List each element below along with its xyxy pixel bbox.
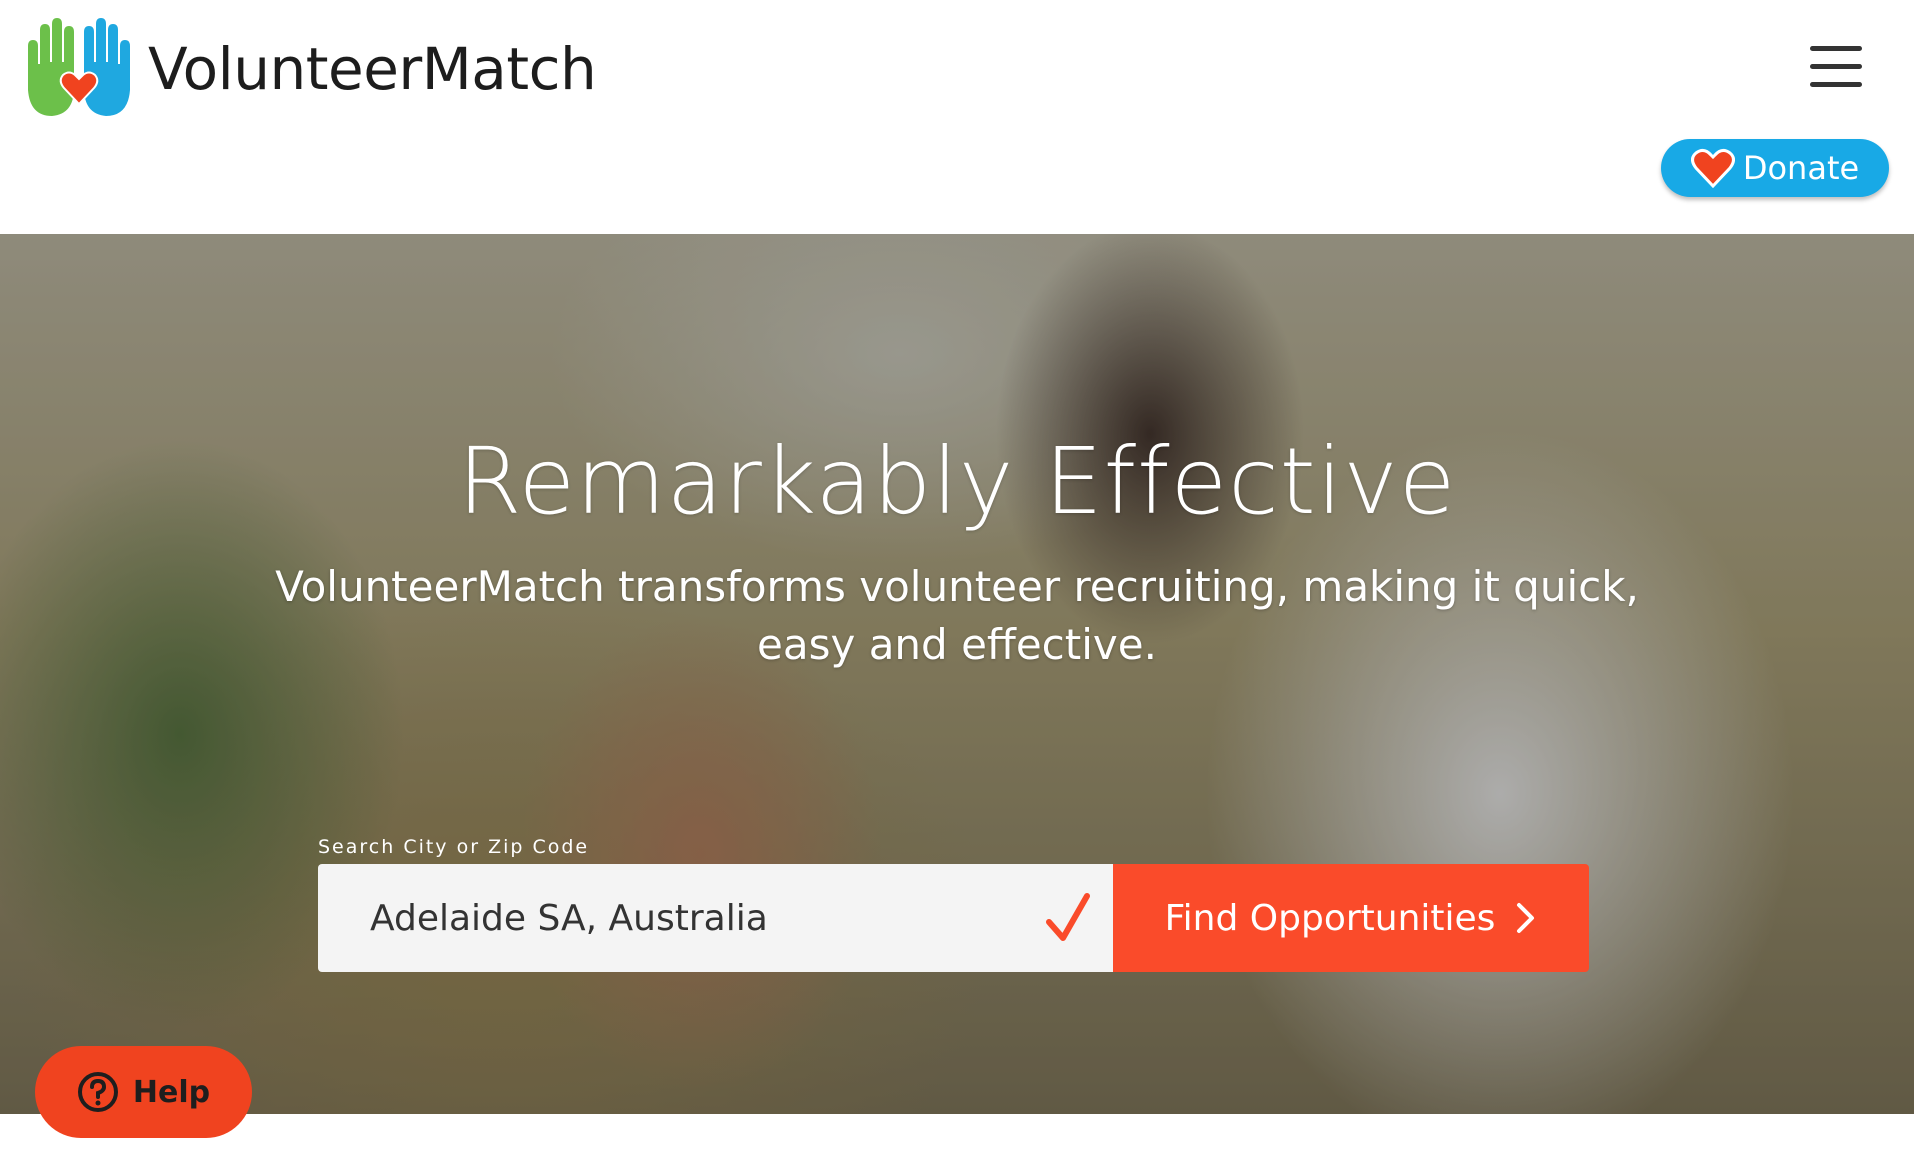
hero-section: Remarkably Effective VolunteerMatch tran… [0, 234, 1914, 1114]
location-search-box [318, 864, 1113, 972]
help-label: Help [132, 1074, 211, 1110]
hero-subtitle: VolunteerMatch transforms volunteer recr… [275, 562, 1639, 669]
menu-bar [1810, 82, 1862, 87]
hero-background-photo [0, 234, 1914, 1114]
menu-bar [1810, 46, 1862, 51]
question-circle-icon [77, 1072, 118, 1112]
chevron-right-icon [1517, 903, 1535, 933]
find-opportunities-label: Find Opportunities [1164, 897, 1496, 939]
brand-name: VolunteerMatch [148, 35, 597, 103]
checkmark-icon [1046, 893, 1090, 941]
brand-logo[interactable]: VolunteerMatch [22, 18, 597, 120]
hero-title: Remarkably Effective [457, 428, 1457, 535]
site-header: VolunteerMatch Donate [0, 0, 1914, 234]
donate-button[interactable]: Donate [1661, 139, 1889, 197]
heart-icon [1690, 148, 1735, 188]
help-button[interactable]: Help [35, 1046, 252, 1138]
hamburger-menu-icon[interactable] [1810, 46, 1862, 88]
location-search-input[interactable] [318, 864, 998, 972]
search-label: Search City or Zip Code [318, 836, 590, 858]
find-opportunities-button[interactable]: Find Opportunities [1113, 864, 1589, 972]
volunteermatch-hands-logo-icon [28, 18, 130, 116]
donate-label: Donate [1742, 149, 1860, 187]
menu-bar [1810, 64, 1862, 69]
